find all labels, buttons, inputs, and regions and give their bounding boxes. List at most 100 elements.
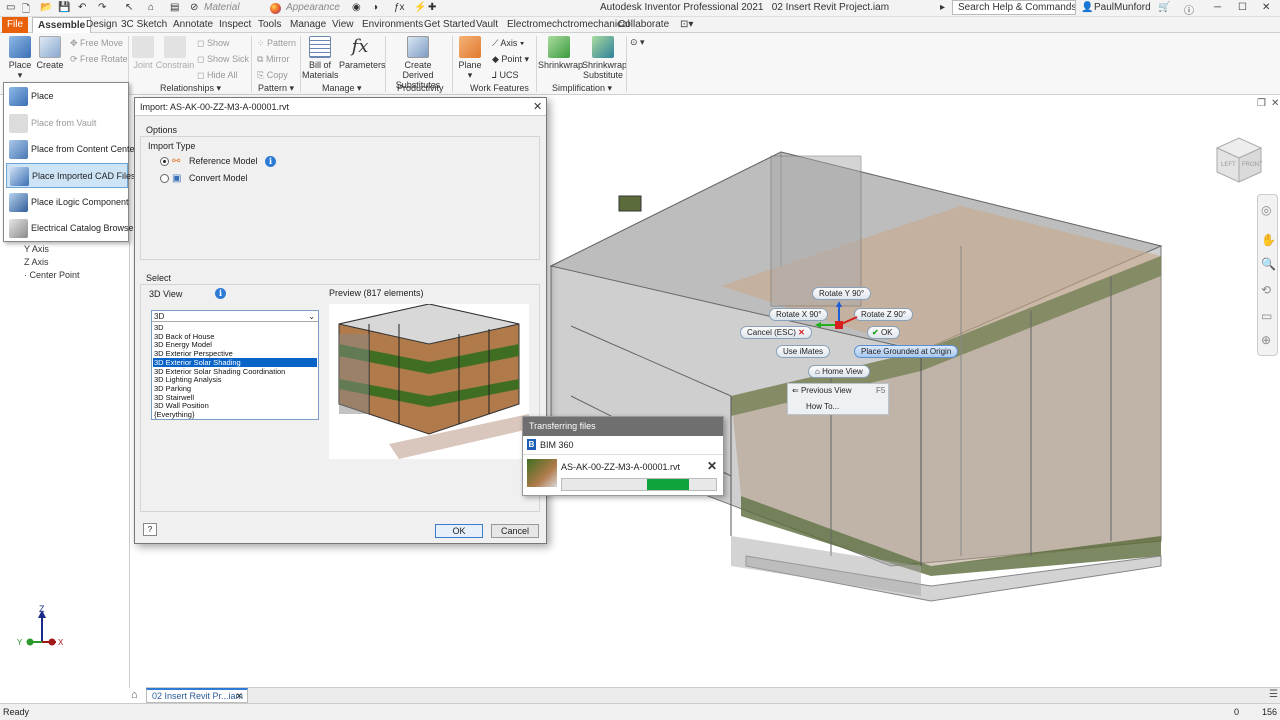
document-tab[interactable]: 02 Insert Revit Pr...iam ✕ (146, 688, 248, 703)
transfer-close-icon[interactable]: ✕ (707, 459, 717, 473)
3d-view-listbox[interactable]: 3D ⌄ 3D 3D Back of House 3D Energy Model … (151, 310, 319, 420)
open-icon[interactable]: 📂 (40, 2, 52, 13)
reference-model-radio[interactable] (160, 157, 169, 166)
free-rotate-button[interactable]: ⟳ Free Rotate (70, 54, 128, 65)
place-button[interactable]: Place ▾ (4, 36, 36, 80)
close-icon[interactable]: ✕ (1262, 2, 1270, 13)
undo-icon[interactable]: ↶ (78, 2, 86, 13)
placement-axes[interactable] (811, 301, 867, 335)
ucs-button[interactable]: ⅃ UCS (492, 70, 519, 81)
tab-collaborate[interactable]: Collaborate (613, 17, 674, 33)
tab-inspect[interactable]: Inspect (214, 17, 256, 33)
fx-icon[interactable]: ƒx (394, 2, 405, 13)
ribbon-options-icon[interactable]: ⊙ ▾ (630, 37, 645, 48)
place-menu-item-place[interactable]: Place (6, 84, 128, 109)
place-menu-item-content-center[interactable]: Place from Content Center (6, 137, 138, 162)
create-derived-button[interactable]: Create Derived Substitutes (388, 36, 448, 90)
plus-icon[interactable]: ✚ (428, 2, 436, 13)
material-combo[interactable]: Material (204, 2, 240, 13)
view-option[interactable]: 3D Exterior Perspective (153, 349, 317, 358)
viewport-close-icon[interactable]: ✕ (1271, 98, 1279, 109)
place-menu-item-imported-cad[interactable]: Place Imported CAD Files (6, 163, 136, 188)
copy-button[interactable]: ⎘ Copy (257, 70, 288, 81)
place-grounded-button[interactable]: Place Grounded at Origin (854, 345, 959, 358)
tab-view[interactable]: View (327, 17, 359, 33)
convert-model-radio[interactable] (160, 174, 169, 183)
tab-environments[interactable]: Environments (357, 17, 428, 33)
show-sick-button[interactable]: ◻ Show Sick (197, 54, 249, 65)
tab-sketch[interactable]: 3C Sketch (116, 17, 172, 33)
tab-tools[interactable]: Tools (253, 17, 286, 33)
pan-icon[interactable]: ✋ (1261, 233, 1276, 247)
view-option[interactable]: 3D (153, 323, 317, 332)
ok-button[interactable]: ✔ OK (867, 326, 900, 339)
save-icon[interactable]: 💾 (58, 2, 70, 13)
dialog-ok-button[interactable]: OK (435, 524, 483, 538)
view-option[interactable]: 3D Lighting Analysis (153, 375, 317, 384)
dialog-close-icon[interactable]: ✕ (533, 100, 542, 113)
appearance-combo[interactable]: Appearance (286, 2, 340, 13)
tab-more-icon[interactable]: ⊡▾ (675, 17, 698, 33)
hide-all-button[interactable]: ◻ Hide All (197, 70, 238, 81)
redo-icon[interactable]: ↷ (98, 2, 106, 13)
place-menu-item-electrical-catalog[interactable]: Electrical Catalog Browser (6, 216, 137, 241)
cart-icon[interactable]: 🛒 (1158, 2, 1170, 13)
home-tab-icon[interactable]: ⌂ (131, 689, 138, 701)
browser-item-center-point[interactable]: · Center Point (24, 270, 80, 280)
properties-icon[interactable]: ▤ (170, 2, 179, 13)
view-option[interactable]: 3D Parking (153, 384, 317, 393)
home-view-button[interactable]: ⌂ Home View (808, 365, 870, 378)
help-icon[interactable]: ⓘ (1184, 2, 1194, 17)
restore-icon[interactable]: ❐ (1257, 98, 1266, 109)
panel-pattern[interactable]: Pattern ▾ (258, 83, 294, 94)
place-menu-item-ilogic[interactable]: Place iLogic Component (6, 190, 129, 215)
steering-wheel-icon[interactable]: ◎ (1261, 203, 1271, 217)
select-icon[interactable]: ↖ (125, 2, 133, 13)
parameters-button[interactable]: fx Parameters (339, 36, 386, 70)
pattern-button[interactable]: ⁘ Pattern (257, 38, 296, 49)
user-icon[interactable]: 👤 (1081, 2, 1093, 13)
viewcube[interactable]: LEFT FRONT (1209, 130, 1267, 188)
browser-item-y-axis[interactable]: Y Axis (24, 244, 49, 254)
look-at-icon[interactable]: ▭ (1261, 309, 1272, 323)
view-option[interactable]: 3D Wall Position (153, 401, 317, 410)
constrain-button[interactable]: Constrain (155, 36, 195, 70)
convert-model-label[interactable]: Convert Model (189, 173, 248, 183)
dialog-cancel-button[interactable]: Cancel (491, 524, 539, 538)
search-arrow-icon[interactable]: ▸ (940, 2, 945, 13)
maximize-icon[interactable]: ☐ (1238, 2, 1247, 13)
how-to-item[interactable]: How To... (806, 402, 839, 411)
user-name[interactable]: PaulMunford (1094, 2, 1151, 13)
panel-manage[interactable]: Manage ▾ (322, 83, 362, 94)
orbit-icon[interactable]: ⟲ (1261, 283, 1271, 297)
view-option-selected[interactable]: 3D Exterior Solar Shading (153, 358, 317, 367)
app-logo-icon[interactable]: ▭ (6, 2, 15, 13)
tab-close-icon[interactable]: ✕ (235, 690, 243, 702)
shrinkwrap-button[interactable]: Shrinkwrap (538, 36, 583, 70)
panel-relationships[interactable]: Relationships ▾ (160, 83, 221, 94)
joint-button[interactable]: Joint (131, 36, 155, 70)
view-option[interactable]: {Everything} (153, 410, 317, 419)
point-button[interactable]: ◆ Point ▾ (492, 54, 529, 65)
view-option[interactable]: 3D Energy Model (153, 340, 317, 349)
place-menu-item-vault[interactable]: Place from Vault (6, 111, 128, 136)
use-imates-button[interactable]: Use iMates (776, 345, 831, 358)
tab-vault[interactable]: Vault (471, 17, 503, 33)
minimize-icon[interactable]: ─ (1214, 2, 1221, 13)
bill-of-materials-button[interactable]: Bill of Materials (302, 36, 339, 80)
reference-model-label[interactable]: Reference Model (189, 156, 258, 166)
show-button[interactable]: ◻ Show (197, 38, 230, 49)
mirror-button[interactable]: ⧉ Mirror (257, 54, 289, 65)
rotate-y-button[interactable]: Rotate Y 90° (812, 287, 872, 300)
panel-simplification[interactable]: Simplification ▾ (552, 83, 612, 94)
view-info-icon[interactable]: i (215, 288, 226, 299)
create-button[interactable]: Create (36, 36, 64, 70)
import-type-info-icon[interactable]: i (265, 156, 276, 167)
panel-work-features[interactable]: Work Features (470, 83, 529, 93)
tab-file[interactable]: File (2, 17, 28, 33)
tab-manage[interactable]: Manage (285, 17, 331, 33)
shrinkwrap-substitute-button[interactable]: Shrinkwrap Substitute (582, 36, 627, 80)
home-icon[interactable]: ⌂ (148, 2, 154, 13)
chevron-down-icon[interactable]: ⌄ (308, 311, 315, 322)
panel-productivity[interactable]: Productivity (397, 83, 444, 93)
